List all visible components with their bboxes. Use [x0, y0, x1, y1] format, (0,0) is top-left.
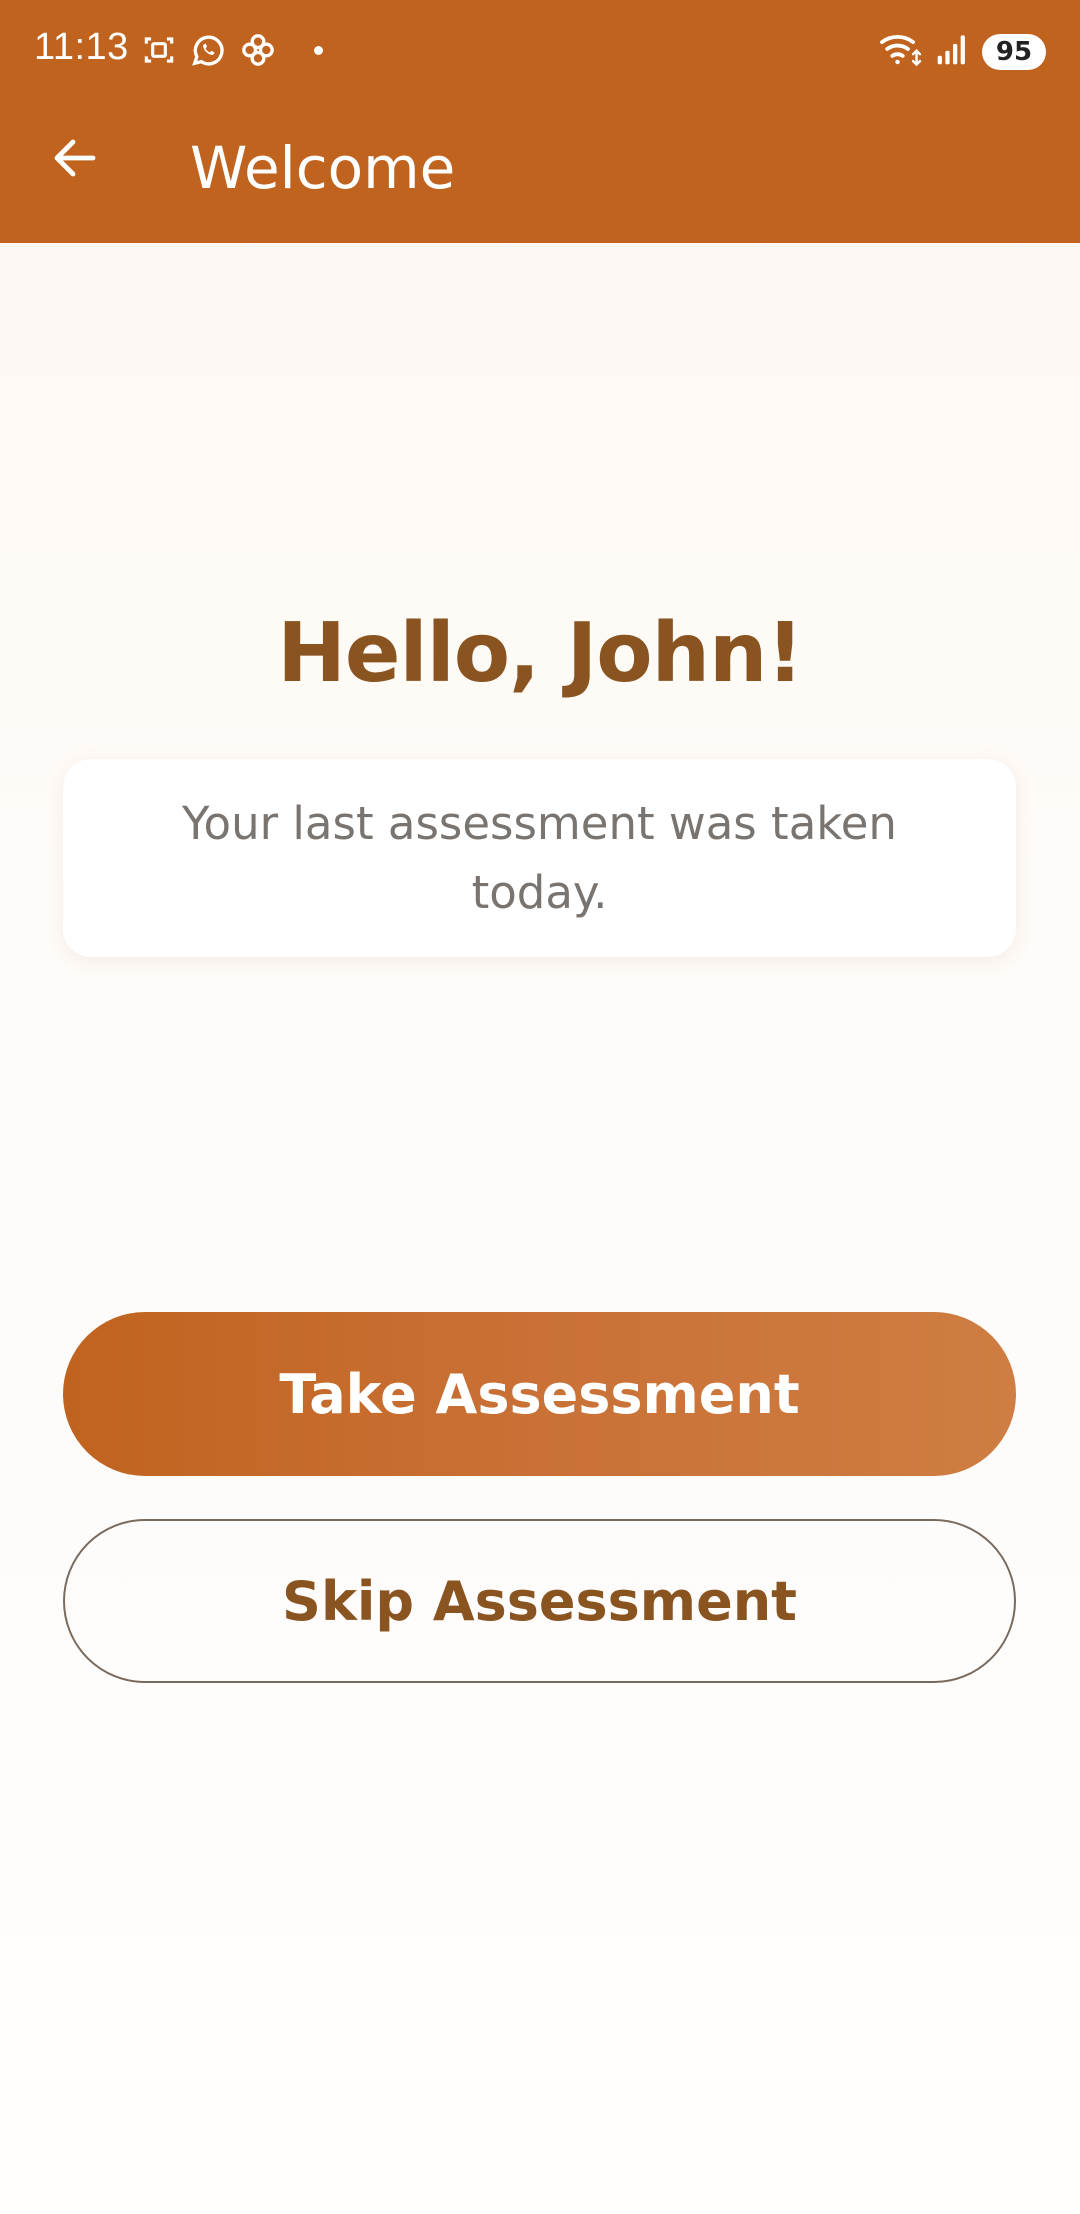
status-icons-right: 95: [878, 30, 1046, 73]
back-button[interactable]: [40, 130, 110, 190]
welcome-screen: 11:13 95 Welcome Hello, John! Your last …: [0, 0, 1080, 2214]
battery-icon: 95: [982, 33, 1046, 70]
take-assessment-button[interactable]: Take Assessment: [63, 1312, 1016, 1476]
skip-assessment-button[interactable]: Skip Assessment: [63, 1519, 1016, 1683]
top-app-bar: 11:13 95 Welcome: [0, 0, 1080, 243]
arrow-left-icon: [51, 136, 99, 185]
status-icons-left: [140, 30, 323, 70]
flower-app-icon: [238, 30, 278, 70]
screenshot-icon: [140, 31, 178, 69]
page-title: Welcome: [190, 134, 456, 202]
wifi-icon: [878, 30, 924, 73]
signal-icon: [936, 32, 970, 71]
last-assessment-card: Your last assessment was taken today.: [63, 759, 1016, 957]
notification-dot: [314, 45, 323, 55]
whatsapp-icon: [188, 30, 228, 70]
last-assessment-text: Your last assessment was taken today.: [182, 797, 897, 919]
greeting-heading: Hello, John!: [277, 606, 803, 701]
status-time: 11:13: [34, 26, 129, 68]
